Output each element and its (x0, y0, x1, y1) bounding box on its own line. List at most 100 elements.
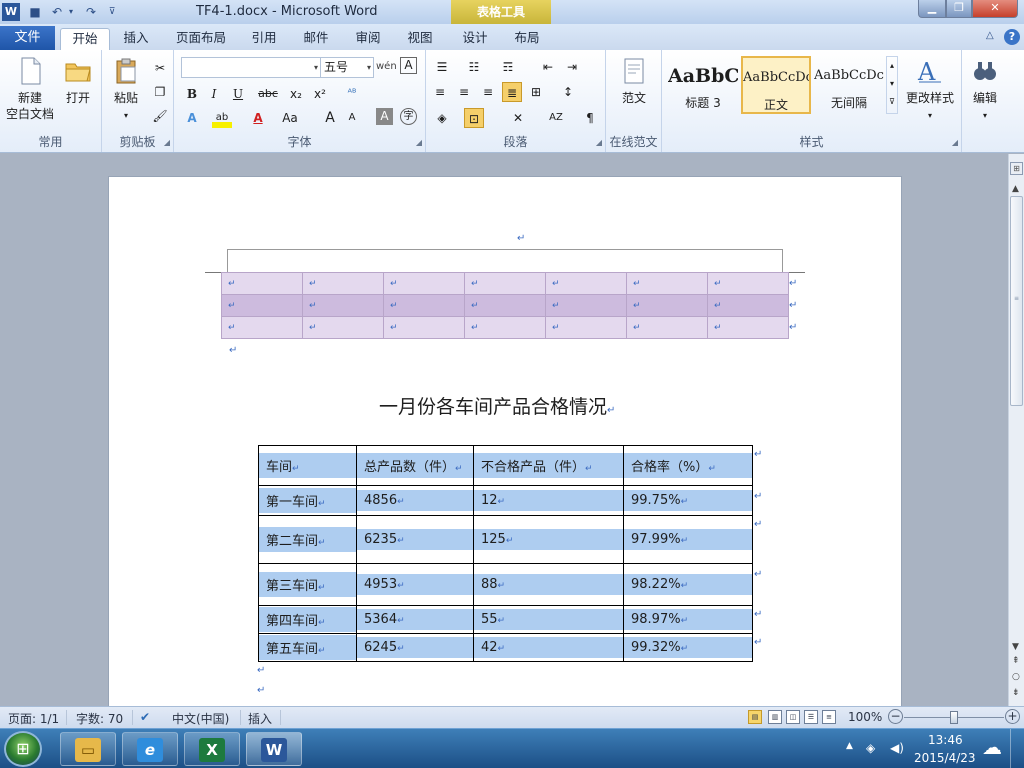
vertical-scrollbar[interactable]: ⊞ ▲ ≡ ▼ ⇞ ○ ⇟ (1008, 154, 1024, 706)
next-page-icon[interactable]: ⇟ (1012, 688, 1020, 698)
font-size-combo[interactable]: 五号 ▾ (320, 57, 374, 78)
zoom-out-button[interactable]: − (888, 709, 903, 724)
taskbar-excel-button[interactable]: X (184, 732, 240, 766)
table-cell[interactable]: ↵ (302, 272, 384, 295)
templates-button[interactable]: 范文 (614, 56, 654, 106)
table-header-cell[interactable]: 总产品数（件）↵ (356, 445, 474, 486)
open-button[interactable]: 打开 (58, 56, 98, 106)
minimize-ribbon-icon[interactable]: △ (986, 30, 994, 41)
table-cell[interactable]: ↵ (626, 294, 708, 317)
table-cell[interactable]: 99.75%↵ (623, 485, 753, 516)
tab-page-layout[interactable]: 页面布局 (170, 28, 232, 50)
table-cell[interactable]: 第四车间↵ (258, 605, 357, 634)
minimize-button[interactable]: ▁ (918, 0, 946, 18)
table-cell[interactable]: ↵ (383, 316, 465, 339)
character-border-icon[interactable]: A (400, 57, 417, 74)
redo-icon[interactable]: ↷ (82, 3, 100, 21)
undo-icon[interactable]: ↶ (48, 3, 66, 21)
table-cell[interactable]: ↵ (221, 272, 303, 295)
superscript-button[interactable]: x² (310, 84, 330, 104)
table-cell[interactable]: 88↵ (473, 563, 624, 606)
decrease-indent-icon[interactable]: ⇤ (538, 57, 558, 77)
font-name-combo[interactable]: ▾ (181, 57, 321, 78)
tab-review[interactable]: 审阅 (348, 28, 388, 50)
change-styles-button[interactable]: A 更改样式 ▾ (902, 56, 958, 124)
table-cell[interactable]: 42↵ (473, 633, 624, 662)
align-center-icon[interactable]: ≡ (454, 82, 474, 102)
outline-view-icon[interactable]: ☰ (804, 710, 818, 724)
character-shading-icon[interactable]: A (376, 108, 393, 125)
word-count[interactable]: 字数: 70 (76, 710, 123, 727)
multilevel-list-icon[interactable]: ☶ (498, 57, 518, 77)
clear-formatting-icon[interactable]: ᴬᴮ (342, 84, 362, 104)
align-left-icon[interactable]: ≡ (430, 82, 450, 102)
table-cell[interactable]: ↵ (545, 316, 627, 339)
table-cell[interactable]: ↵ (545, 294, 627, 317)
volume-icon[interactable]: ◀) (890, 741, 904, 755)
table-cell[interactable]: 98.97%↵ (623, 605, 753, 634)
style-no-spacing[interactable]: AaBbCcDc 无间隔 (814, 56, 884, 114)
header-cell[interactable] (227, 249, 783, 273)
text-effects-icon[interactable]: A (182, 108, 202, 128)
table-header-cell[interactable]: 不合格产品（件）↵ (473, 445, 624, 486)
copy-icon[interactable]: ❐ (150, 82, 170, 102)
scrollbar-thumb[interactable]: ≡ (1010, 196, 1023, 406)
chinese-layout-icon[interactable]: ✕ (508, 108, 528, 128)
tab-table-design[interactable]: 设计 (455, 28, 495, 50)
word-app-icon[interactable]: W (2, 3, 20, 21)
table-header-cell[interactable]: 车间↵ (258, 445, 357, 486)
clipboard-launcher-icon[interactable]: ◢ (164, 138, 170, 147)
table-cell[interactable]: 5364↵ (356, 605, 474, 634)
styles-gallery-scroll[interactable]: ▴ ▾ ⊽ (886, 56, 898, 114)
numbering-icon[interactable]: ☷ (464, 57, 484, 77)
tab-view[interactable]: 视图 (400, 28, 440, 50)
print-layout-view-icon[interactable]: ▤ (748, 710, 762, 724)
table-cell[interactable]: 55↵ (473, 605, 624, 634)
distributed-icon[interactable]: ⊞ (526, 82, 546, 102)
data-table[interactable]: 车间↵ 总产品数（件）↵ 不合格产品（件）↵ 合格率（%）↵ 第一车间↵ 485… (258, 445, 753, 662)
taskbar-ie-button[interactable]: e (122, 732, 178, 766)
draft-view-icon[interactable]: ≡ (822, 710, 836, 724)
line-spacing-icon[interactable]: ↕ (558, 82, 578, 102)
justify-icon[interactable]: ≣ (502, 82, 522, 102)
proofing-icon[interactable]: ✔ (140, 710, 150, 724)
customize-quick-access-icon[interactable]: ⊽ (106, 3, 118, 21)
italic-button[interactable]: I (204, 84, 224, 104)
document-page[interactable]: ↵ ↵ ↵ ↵ ↵ ↵ ↵ ↵ ↵ ↵ ↵ ↵ ↵ ↵ ↵ ↵ ↵ ↵ ↵ ↵ ↵ ↵ ↵ ↵ ↵ ↵ 一月份各车间… (108, 176, 902, 706)
subscript-button[interactable]: x₂ (286, 84, 306, 104)
tab-home[interactable]: 开始 (60, 28, 110, 50)
table-cell[interactable]: ↵ (707, 316, 789, 339)
table-cell[interactable]: ↵ (707, 294, 789, 317)
undo-dropdown-icon[interactable]: ▾ (66, 3, 76, 21)
format-painter-icon[interactable]: 🖌 (150, 106, 170, 126)
table-cell[interactable]: ↵ (383, 294, 465, 317)
grow-font-button[interactable]: A (320, 108, 340, 128)
tab-insert[interactable]: 插入 (115, 28, 157, 50)
table-cell[interactable]: 125↵ (473, 515, 624, 564)
table-cell[interactable]: 第三车间↵ (258, 563, 357, 606)
zoom-in-button[interactable]: + (1005, 709, 1020, 724)
security-shield-icon[interactable]: ◈ (866, 741, 875, 755)
table-cell[interactable]: ↵ (221, 316, 303, 339)
bold-button[interactable]: B (182, 84, 202, 104)
strikethrough-button[interactable]: abc (258, 84, 278, 104)
zoom-level[interactable]: 100% (848, 710, 882, 724)
tray-expand-icon[interactable]: ▲ (846, 741, 853, 751)
new-blank-document-button[interactable]: 新建 空白文档 (4, 56, 56, 122)
underline-button[interactable]: U (228, 84, 248, 104)
tab-references[interactable]: 引用 (244, 28, 284, 50)
table-cell[interactable]: 4856↵ (356, 485, 474, 516)
close-button[interactable]: ✕ (972, 0, 1018, 18)
insert-mode-indicator[interactable]: 插入 (248, 710, 272, 727)
table-cell[interactable]: 第一车间↵ (258, 485, 357, 516)
style-normal[interactable]: AaBbCcDc 正文 (741, 56, 811, 114)
browse-object-icon[interactable]: ○ (1012, 672, 1020, 682)
table-cell[interactable]: ↵ (464, 294, 546, 317)
tab-table-layout[interactable]: 布局 (507, 28, 547, 50)
highlight-color-icon[interactable]: ab (212, 108, 232, 128)
font-launcher-icon[interactable]: ◢ (416, 138, 422, 147)
web-layout-icon[interactable]: ◫ (786, 710, 800, 724)
bullets-icon[interactable]: ☰ (432, 57, 452, 77)
table-cell[interactable]: ↵ (302, 294, 384, 317)
table-cell[interactable]: ↵ (464, 272, 546, 295)
